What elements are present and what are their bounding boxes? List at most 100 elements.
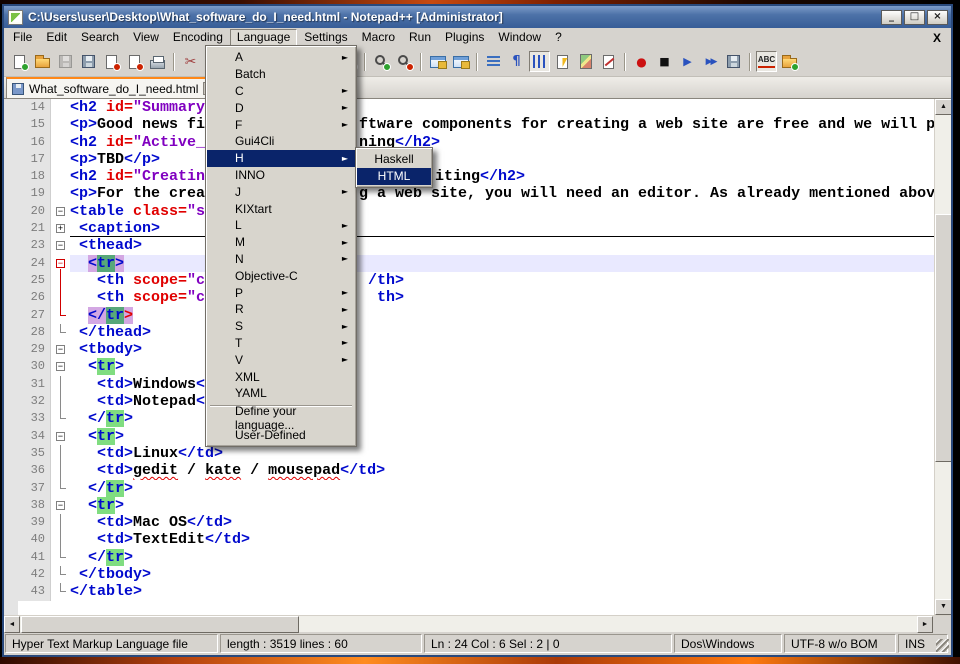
scroll-down-arrow[interactable]: ▼ bbox=[935, 599, 951, 615]
print-button[interactable] bbox=[147, 51, 168, 72]
save-button[interactable] bbox=[55, 51, 76, 72]
scroll-left-arrow[interactable]: ◄ bbox=[4, 616, 20, 633]
menu-plugins[interactable]: Plugins bbox=[438, 29, 491, 46]
language-menu-item-a[interactable]: A► bbox=[207, 49, 355, 66]
indent-guide-button[interactable] bbox=[529, 51, 550, 72]
close-document-x-button[interactable]: X bbox=[925, 31, 949, 45]
editor-line-20[interactable]: 20−<table class="st bbox=[18, 203, 951, 220]
fold-collapse-icon[interactable]: − bbox=[56, 501, 65, 510]
zoom-in-button[interactable] bbox=[371, 51, 392, 72]
fold-margin[interactable] bbox=[50, 445, 70, 462]
language-menu-item-inno[interactable]: INNO bbox=[207, 167, 355, 184]
function-list-button[interactable] bbox=[552, 51, 573, 72]
editor-line-35[interactable]: 35 <td>Linux</td> bbox=[18, 445, 951, 462]
editor-area[interactable]: 14<h2 id="Summary"15<p>Good news firftwa… bbox=[4, 99, 951, 615]
fold-collapse-icon[interactable]: − bbox=[56, 345, 65, 354]
sync-vertical-button[interactable] bbox=[427, 51, 448, 72]
menu-view[interactable]: View bbox=[126, 29, 166, 46]
status-encoding[interactable]: UTF-8 w/o BOM bbox=[784, 634, 896, 653]
status-eol-format[interactable]: Dos\Windows bbox=[674, 634, 782, 653]
language-menu-item-p[interactable]: P► bbox=[207, 284, 355, 301]
fold-margin[interactable]: + bbox=[50, 220, 70, 237]
close-all-button[interactable] bbox=[124, 51, 145, 72]
fold-margin[interactable] bbox=[50, 376, 70, 393]
menu-language[interactable]: Language bbox=[230, 29, 297, 46]
macro-play-button[interactable]: ▶ bbox=[677, 51, 698, 72]
menu-window[interactable]: Window bbox=[491, 29, 548, 46]
fold-margin[interactable] bbox=[50, 549, 70, 566]
menu-run[interactable]: Run bbox=[402, 29, 438, 46]
submenu-item-html[interactable]: HTML bbox=[357, 168, 431, 186]
editor-line-25[interactable]: 25 <th scope="co/th> bbox=[18, 272, 951, 289]
fold-margin[interactable]: − bbox=[50, 341, 70, 358]
language-menu-item-f[interactable]: F► bbox=[207, 116, 355, 133]
save-all-button[interactable] bbox=[78, 51, 99, 72]
vertical-scrollbar[interactable]: ▲ ▼ bbox=[934, 99, 951, 615]
fold-expand-icon[interactable]: + bbox=[56, 224, 65, 233]
editor-line-32[interactable]: 32 <td>Notepad</ bbox=[18, 393, 951, 410]
menu-settings[interactable]: Settings bbox=[297, 29, 354, 46]
cut-button[interactable]: ✂ bbox=[180, 51, 201, 72]
fold-margin[interactable] bbox=[50, 168, 70, 185]
language-menu-item-gui4cli[interactable]: Gui4Cli bbox=[207, 133, 355, 150]
fold-margin[interactable]: − bbox=[50, 428, 70, 445]
editor-line-26[interactable]: 26 <th scope="coth> bbox=[18, 289, 951, 306]
language-menu-item-c[interactable]: C► bbox=[207, 83, 355, 100]
fold-collapse-icon[interactable]: − bbox=[56, 241, 65, 250]
show-all-characters-button[interactable]: ¶ bbox=[506, 51, 527, 72]
menu--[interactable]: ? bbox=[548, 29, 569, 46]
fold-margin[interactable] bbox=[50, 583, 70, 600]
editor-line-23[interactable]: 23− <thead> bbox=[18, 237, 951, 254]
title-bar[interactable]: C:\Users\user\Desktop\What_software_do_I… bbox=[4, 6, 951, 28]
language-menu-item-kixtart[interactable]: KIXtart bbox=[207, 200, 355, 217]
fold-margin[interactable] bbox=[50, 566, 70, 583]
language-menu-item-r[interactable]: R► bbox=[207, 301, 355, 318]
editor-line-37[interactable]: 37 </tr> bbox=[18, 480, 951, 497]
close-button[interactable] bbox=[101, 51, 122, 72]
language-menu-item-t[interactable]: T► bbox=[207, 335, 355, 352]
open-file-button[interactable] bbox=[32, 51, 53, 72]
editor-line-41[interactable]: 41 </tr> bbox=[18, 549, 951, 566]
language-menu-item-h[interactable]: H► bbox=[207, 150, 355, 167]
document-map-button[interactable] bbox=[575, 51, 596, 72]
editor-line-21[interactable]: 21+ <caption> bbox=[18, 220, 951, 237]
language-menu-item-user-defined[interactable]: User-Defined bbox=[207, 427, 355, 444]
new-file-button[interactable] bbox=[9, 51, 30, 72]
fold-collapse-icon[interactable]: − bbox=[56, 259, 65, 268]
language-menu-item-m[interactable]: M► bbox=[207, 234, 355, 251]
fold-margin[interactable] bbox=[50, 185, 70, 202]
fold-margin[interactable] bbox=[50, 289, 70, 306]
sync-horizontal-button[interactable] bbox=[450, 51, 471, 72]
close-button[interactable]: × bbox=[927, 10, 948, 25]
horizontal-scrollbar[interactable]: ◄ ► bbox=[4, 615, 951, 632]
language-menu-item-xml[interactable]: XML bbox=[207, 368, 355, 385]
scroll-up-arrow[interactable]: ▲ bbox=[935, 99, 951, 115]
fold-margin[interactable] bbox=[50, 307, 70, 324]
fold-margin[interactable]: − bbox=[50, 358, 70, 375]
submenu-item-haskell[interactable]: Haskell bbox=[357, 150, 431, 168]
quick-open-button[interactable] bbox=[779, 51, 800, 72]
macro-save-button[interactable] bbox=[723, 51, 744, 72]
macro-stop-button[interactable]: ■ bbox=[654, 51, 675, 72]
fold-margin[interactable] bbox=[50, 410, 70, 427]
document-switcher-button[interactable] bbox=[598, 51, 619, 72]
bookmark-margin[interactable] bbox=[4, 99, 18, 615]
spell-check-button[interactable]: ABC bbox=[756, 51, 777, 72]
fold-margin[interactable] bbox=[50, 324, 70, 341]
vertical-scroll-thumb[interactable] bbox=[935, 214, 951, 462]
editor-line-38[interactable]: 38− <tr> bbox=[18, 497, 951, 514]
language-menu-item-n[interactable]: N► bbox=[207, 251, 355, 268]
editor-line-42[interactable]: 42 </tbody> bbox=[18, 566, 951, 583]
editor-line-39[interactable]: 39 <td>Mac OS</td> bbox=[18, 514, 951, 531]
editor-line-43[interactable]: 43</table> bbox=[18, 583, 951, 600]
menu-file[interactable]: File bbox=[6, 29, 39, 46]
editor-line-17[interactable]: 17<p>TBD</p> bbox=[18, 151, 951, 168]
fold-collapse-icon[interactable]: − bbox=[56, 432, 65, 441]
fold-margin[interactable] bbox=[50, 462, 70, 479]
fold-margin[interactable] bbox=[50, 393, 70, 410]
editor-line-19[interactable]: 19<p>For the creatg a web site, you will… bbox=[18, 185, 951, 202]
minimize-button[interactable]: _ bbox=[881, 10, 902, 25]
editor-line-29[interactable]: 29− <tbody> bbox=[18, 341, 951, 358]
fold-margin[interactable] bbox=[50, 134, 70, 151]
fold-collapse-icon[interactable]: − bbox=[56, 207, 65, 216]
